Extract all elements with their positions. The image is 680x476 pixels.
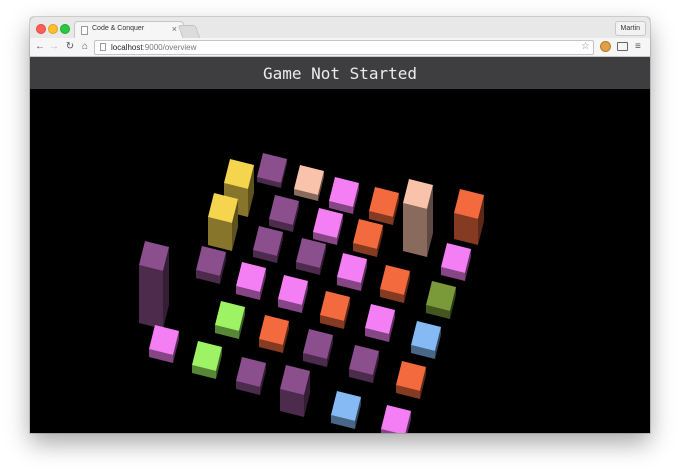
forward-arrow-icon[interactable]: → bbox=[48, 40, 60, 53]
board-block[interactable] bbox=[380, 265, 410, 303]
board-block[interactable] bbox=[396, 361, 426, 399]
home-icon[interactable]: ⌂ bbox=[79, 40, 91, 53]
url-path: :9000/overview bbox=[142, 43, 197, 52]
window-close-button[interactable] bbox=[36, 24, 46, 34]
tab-strip: Code & Conquer × Martin bbox=[30, 17, 650, 39]
profile-button[interactable]: Martin bbox=[614, 21, 646, 36]
tab-code-and-conquer[interactable]: Code & Conquer × bbox=[74, 21, 184, 39]
page-icon bbox=[100, 43, 106, 51]
board-block[interactable] bbox=[280, 365, 310, 417]
tab-title: Code & Conquer bbox=[92, 25, 145, 32]
board-block[interactable] bbox=[215, 301, 245, 339]
reload-icon[interactable]: ↻ bbox=[64, 40, 76, 53]
board-block[interactable] bbox=[426, 281, 456, 319]
block-front-face bbox=[403, 203, 427, 257]
board-block[interactable] bbox=[236, 262, 266, 300]
url-host: localhost bbox=[111, 43, 143, 52]
cast-icon[interactable] bbox=[617, 42, 628, 51]
board-block[interactable] bbox=[303, 329, 333, 367]
board-block[interactable] bbox=[337, 253, 367, 291]
board-block[interactable] bbox=[329, 177, 359, 214]
bookmark-star-icon[interactable]: ☆ bbox=[581, 41, 590, 53]
board-block[interactable] bbox=[259, 315, 289, 353]
board-block[interactable] bbox=[208, 193, 238, 251]
cookie-extension-icon[interactable] bbox=[600, 41, 611, 52]
board-block[interactable] bbox=[296, 238, 326, 275]
board-block[interactable] bbox=[269, 195, 299, 232]
url-text[interactable]: localhost:9000/overview bbox=[111, 42, 196, 53]
board-block[interactable] bbox=[369, 187, 399, 225]
tab-close-icon[interactable]: × bbox=[172, 24, 177, 34]
board-block[interactable] bbox=[365, 304, 395, 342]
board-block[interactable] bbox=[320, 291, 350, 329]
address-bar[interactable]: localhost:9000/overview ☆ bbox=[94, 40, 594, 55]
browser-window: Code & Conquer × Martin ← → ↻ ⌂ localhos… bbox=[30, 17, 650, 433]
menu-icon[interactable]: ≡ bbox=[635, 41, 641, 52]
browser-toolbar: ← → ↻ ⌂ localhost:9000/overview ☆ ≡ bbox=[30, 38, 650, 57]
game-header: Game Not Started bbox=[30, 57, 650, 89]
board-block[interactable] bbox=[411, 321, 441, 359]
board-block[interactable] bbox=[253, 226, 283, 263]
window-maximize-button[interactable] bbox=[60, 24, 70, 34]
board-block[interactable] bbox=[349, 345, 379, 383]
board-block[interactable] bbox=[192, 341, 222, 379]
board-block[interactable] bbox=[236, 357, 266, 395]
back-arrow-icon[interactable]: ← bbox=[34, 40, 46, 53]
board-block[interactable] bbox=[313, 208, 343, 245]
board-block[interactable] bbox=[353, 219, 383, 257]
new-tab-button[interactable] bbox=[177, 25, 201, 38]
board-block[interactable] bbox=[381, 405, 411, 433]
board-block[interactable] bbox=[149, 325, 179, 363]
board-block[interactable] bbox=[441, 243, 471, 281]
board-block[interactable] bbox=[139, 241, 169, 329]
window-minimize-button[interactable] bbox=[48, 24, 58, 34]
game-board-3d[interactable] bbox=[30, 89, 650, 433]
board-canvas[interactable] bbox=[30, 89, 650, 433]
game-status-title: Game Not Started bbox=[262, 64, 418, 83]
board-block[interactable] bbox=[278, 275, 308, 313]
block-front-face bbox=[139, 265, 163, 329]
block-top-face bbox=[381, 405, 411, 433]
board-block[interactable] bbox=[294, 165, 324, 201]
board-block[interactable] bbox=[403, 179, 433, 257]
page-icon bbox=[81, 26, 88, 35]
board-block[interactable] bbox=[331, 391, 361, 429]
board-block[interactable] bbox=[257, 153, 287, 188]
board-block[interactable] bbox=[454, 189, 484, 245]
board-block[interactable] bbox=[196, 246, 226, 284]
block-front-face bbox=[208, 217, 232, 251]
